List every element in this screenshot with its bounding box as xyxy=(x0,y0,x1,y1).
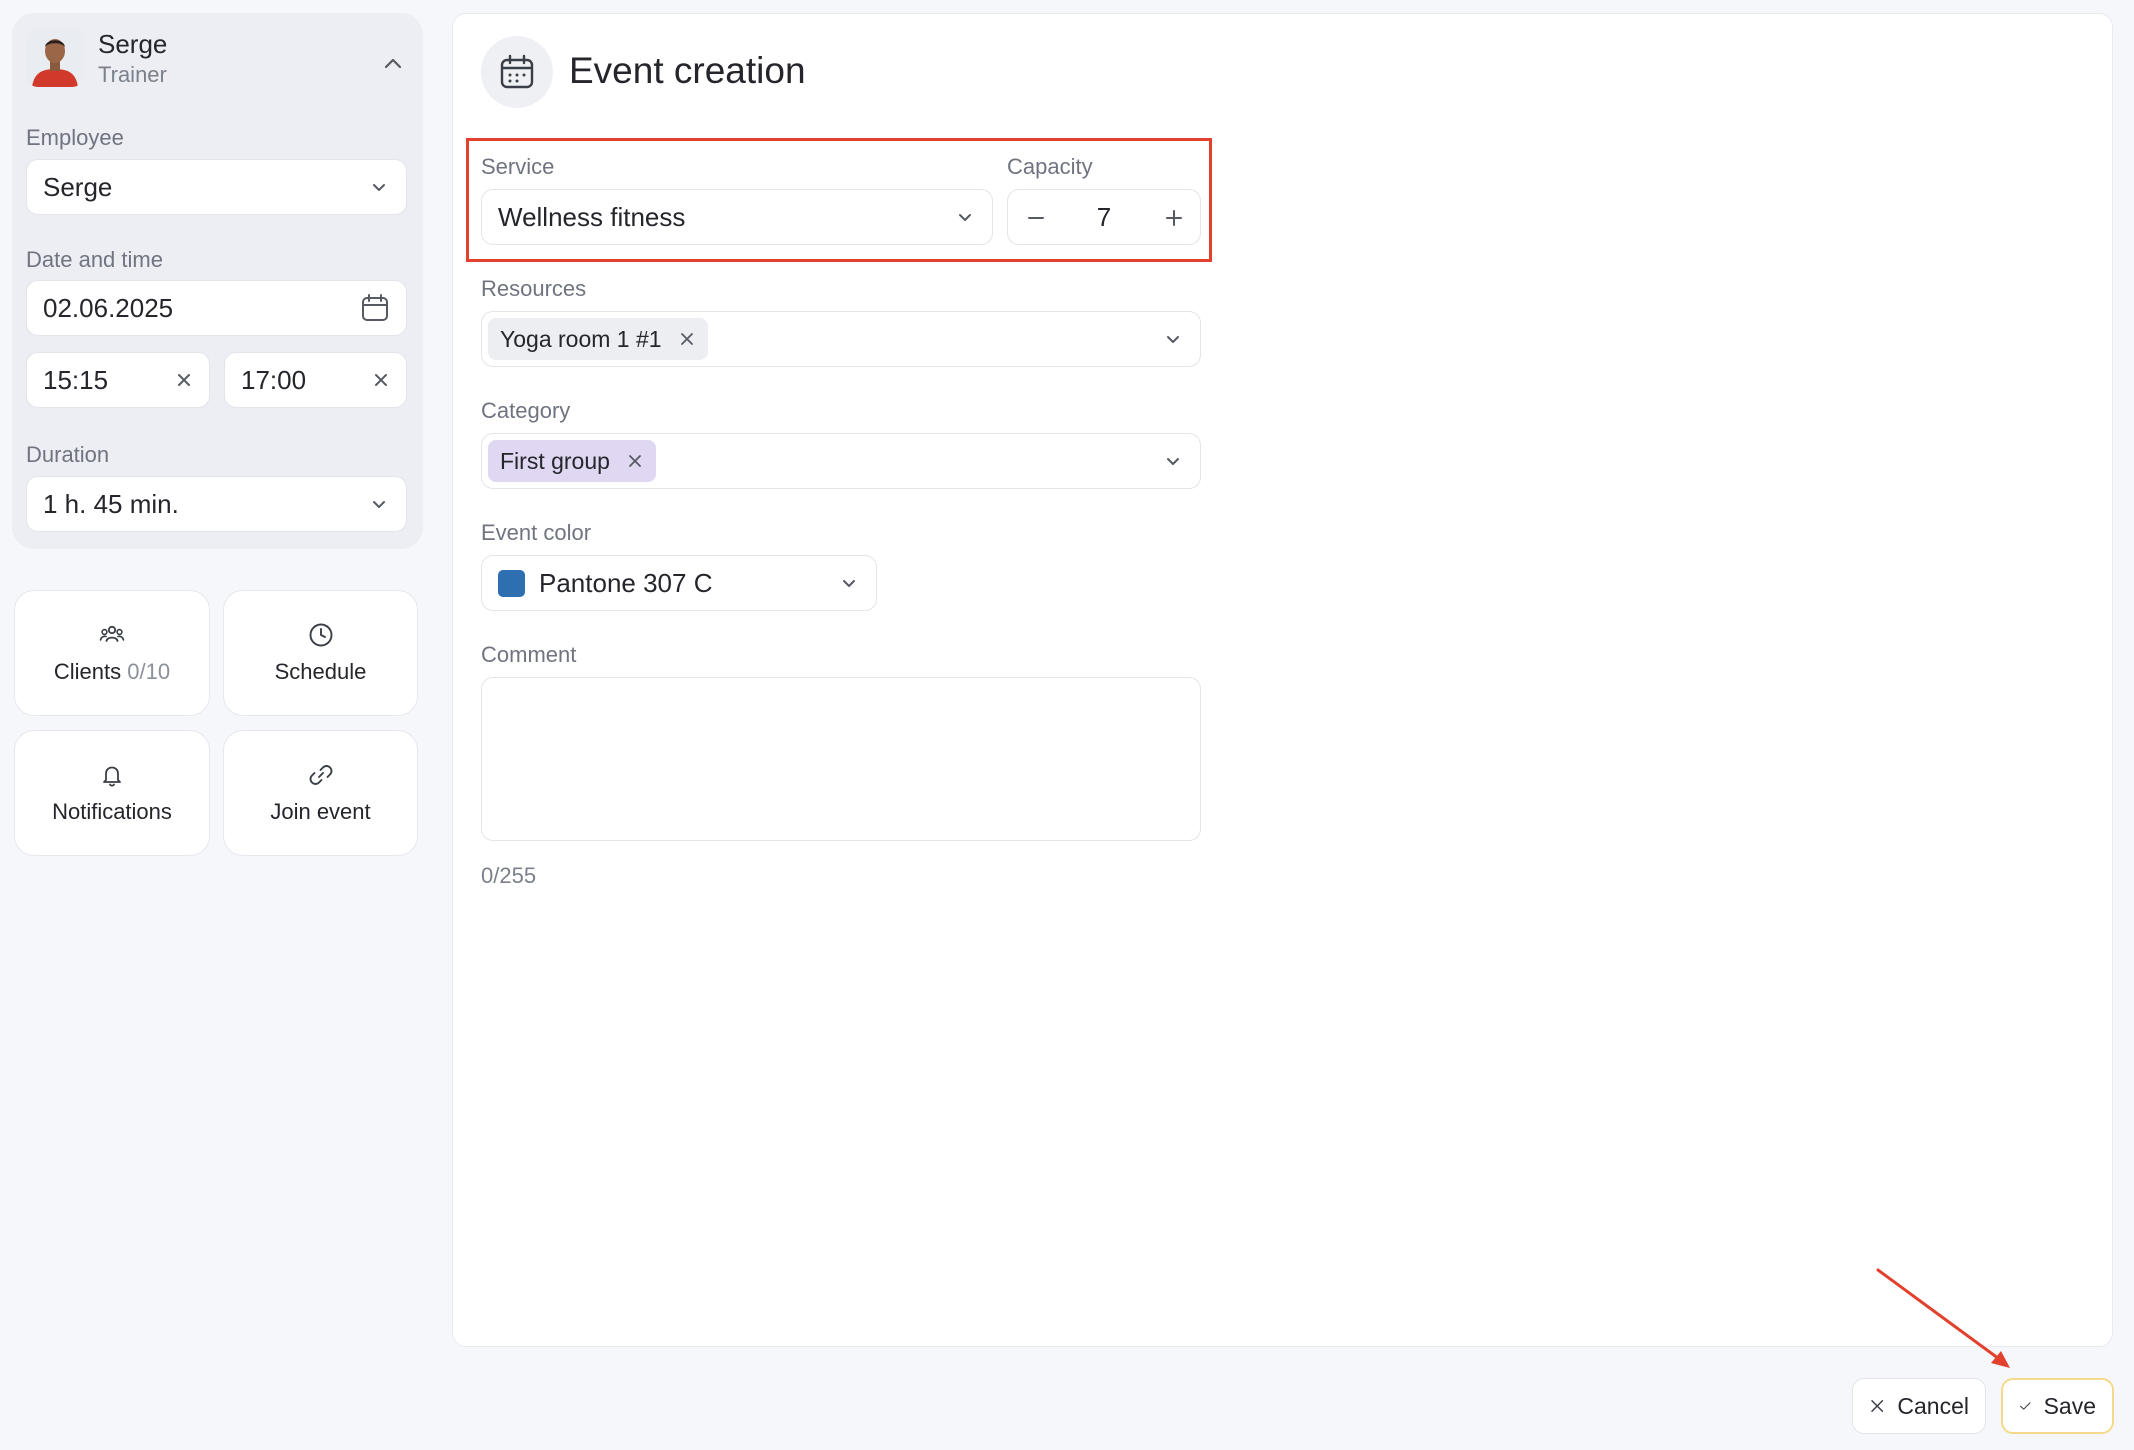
clients-tile[interactable]: Clients 0/10 xyxy=(14,590,210,716)
chevron-down-icon xyxy=(843,580,855,587)
category-chip[interactable]: First group xyxy=(488,440,656,482)
title-icon-badge xyxy=(481,36,553,108)
service-label: Service xyxy=(481,154,555,179)
color-swatch xyxy=(498,569,525,597)
start-time-value: 15:15 xyxy=(43,364,109,395)
event-color-value: Pantone 307 C xyxy=(539,567,713,598)
page-title: Event creation xyxy=(569,50,806,91)
avatar xyxy=(26,29,84,87)
duration-label: Duration xyxy=(26,442,110,467)
service-select[interactable]: Wellness fitness xyxy=(481,189,993,245)
save-button[interactable]: Save xyxy=(2001,1378,2114,1434)
clients-label: Clients xyxy=(53,659,122,684)
employee-value: Serge xyxy=(43,171,113,202)
employee-card: Serge Trainer Employee Serge Date and ti… xyxy=(12,13,423,549)
clock-icon xyxy=(309,623,332,647)
employee-select[interactable]: Serge xyxy=(26,159,407,215)
plus-icon[interactable] xyxy=(1160,204,1188,232)
remove-chip-icon[interactable] xyxy=(678,330,696,348)
category-label: Category xyxy=(481,398,571,423)
capacity-label: Capacity xyxy=(1007,154,1093,179)
bell-icon xyxy=(103,766,121,787)
join-event-label: Join event xyxy=(270,799,371,824)
event-form-panel: Event creation Service Wellness fitness … xyxy=(452,13,2113,1347)
comment-counter: 0/255 xyxy=(481,863,537,888)
end-time-input[interactable]: 17:00 xyxy=(224,352,407,408)
start-time-input[interactable]: 15:15 xyxy=(26,352,210,408)
chevron-down-icon xyxy=(959,214,971,221)
datetime-label: Date and time xyxy=(26,247,163,272)
user-name: Serge xyxy=(98,29,168,59)
end-time-value: 17:00 xyxy=(241,364,307,395)
notifications-label: Notifications xyxy=(52,799,172,824)
comment-textarea[interactable] xyxy=(481,677,1201,841)
link-icon xyxy=(309,765,332,785)
category-select[interactable]: First group xyxy=(481,433,1201,489)
cancel-label: Cancel xyxy=(1897,1392,1969,1419)
capacity-stepper[interactable]: 7 xyxy=(1007,189,1201,245)
event-color-select[interactable]: Pantone 307 C xyxy=(481,555,877,611)
duration-value: 1 h. 45 min. xyxy=(43,488,179,519)
chevron-down-icon xyxy=(373,184,385,191)
calendar-icon[interactable] xyxy=(360,293,390,323)
save-label: Save xyxy=(2043,1392,2096,1419)
resources-label: Resources xyxy=(481,276,587,301)
clear-icon[interactable] xyxy=(175,371,193,389)
chevron-down-icon xyxy=(1167,458,1179,465)
date-value: 02.06.2025 xyxy=(43,292,174,323)
cancel-button[interactable]: Cancel xyxy=(1852,1378,1986,1434)
remove-chip-icon[interactable] xyxy=(626,452,644,470)
schedule-label: Schedule xyxy=(274,659,367,684)
users-icon xyxy=(99,625,125,642)
category-chip-label: First group xyxy=(500,447,610,474)
resource-chip[interactable]: Yoga room 1 #1 xyxy=(488,318,708,360)
chevron-down-icon xyxy=(373,501,385,508)
chevron-down-icon xyxy=(1167,336,1179,343)
comment-label: Comment xyxy=(481,642,577,667)
resource-chip-label: Yoga room 1 #1 xyxy=(500,325,662,352)
schedule-tile[interactable]: Schedule xyxy=(223,590,418,716)
notifications-tile[interactable]: Notifications xyxy=(14,730,210,856)
calendar-icon xyxy=(500,54,534,89)
close-icon xyxy=(1871,1400,1884,1412)
chevron-up-icon[interactable] xyxy=(378,49,408,79)
clients-count: 0/10 xyxy=(127,659,171,684)
duration-select[interactable]: 1 h. 45 min. xyxy=(26,476,407,532)
clear-icon[interactable] xyxy=(372,371,390,389)
date-input[interactable]: 02.06.2025 xyxy=(26,280,407,336)
service-value: Wellness fitness xyxy=(498,201,686,232)
annotation-arrow xyxy=(1876,1268,2010,1368)
check-icon xyxy=(2020,1402,2031,1410)
join-event-tile[interactable]: Join event xyxy=(223,730,418,856)
event-color-label: Event color xyxy=(481,520,592,545)
resources-select[interactable]: Yoga room 1 #1 xyxy=(481,311,1201,367)
user-role: Trainer xyxy=(98,62,167,87)
employee-label: Employee xyxy=(26,125,124,150)
